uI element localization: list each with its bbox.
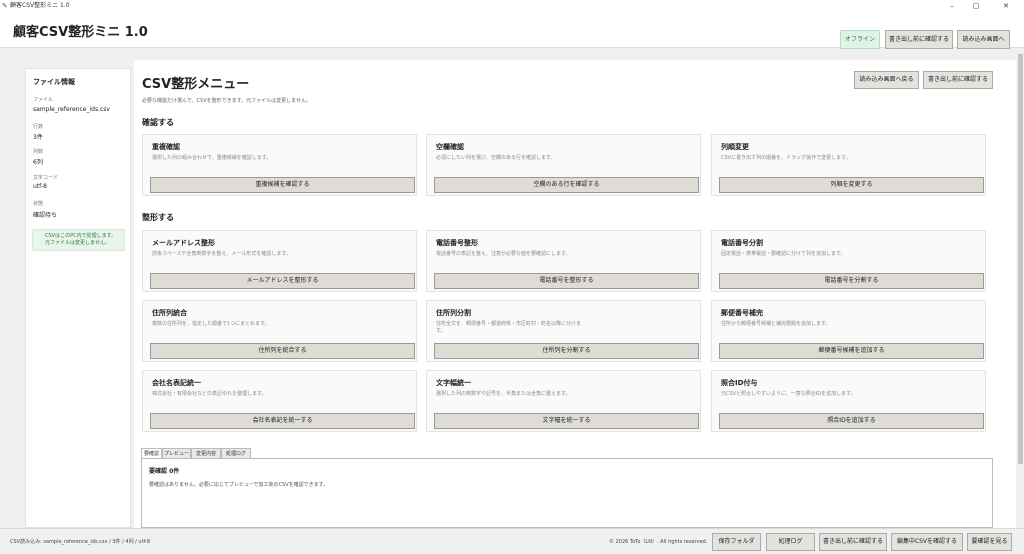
change-column-order-button[interactable]: 列順を変更する [719,177,984,193]
header-confirm-export-button[interactable]: 書き出し前に確認する [885,30,953,49]
card-title: 列順変更 [721,143,749,151]
card-desc: 選択した列の組み合わせで、重複候補を確認します。 [152,155,272,161]
review-count-title: 要確認 0件 [149,468,180,475]
card-title: 住所列分割 [436,309,471,317]
offline-status-badge: オフライン [840,30,880,49]
card-title: 会社名表記統一 [152,379,201,387]
card-address-split: 住所列分割 住所全文を、郵便番号・都道府県・市区町村・町名以降に分けます。 住所… [426,300,701,362]
state-label: 状態 [33,201,44,207]
card-postal-complete: 郵便番号補完 住所から郵便番号候補と補完根拠を追加します。 郵便番号候補を追加す… [711,300,986,362]
card-phone-format: 電話番号整形 電話番号の表記を整え、注意が必要な値を要確認にします。 電話番号を… [426,230,701,292]
scrollbar-thumb[interactable] [1018,54,1023,464]
card-phone-split: 電話番号分割 固定電話・携帯電話・要確認に分けて列を追加します。 電話番号を分割… [711,230,986,292]
card-duplicate-check: 重複確認 選択した列の組み合わせで、重複候補を確認します。 重複候補を確認する [142,134,417,196]
rows-value: 3件 [33,134,43,141]
card-title: 電話番号整形 [436,239,478,247]
card-desc: CSVに書き出す列の順番を、ドラッグ操作で変更します。 [721,155,851,161]
review-editing-csv-button[interactable]: 編集中CSVを確認する [891,533,963,551]
card-desc: 複数の住所列を、指定した順番で1つにまとめます。 [152,321,270,327]
add-match-id-button[interactable]: 照合IDを追加する [719,413,984,429]
check-blank-rows-button[interactable]: 空欄のある行を確認する [434,177,699,193]
status-footer: CSV読み込み: sample_reference_ids.csv / 3件 /… [0,528,1024,554]
unify-company-name-button[interactable]: 会社名表記を統一する [150,413,415,429]
header-to-import-button[interactable]: 読み込み画面へ [957,30,1010,49]
privacy-note: CSVはこのPC内で処理します。 元ファイルは変更しません。 [32,229,125,251]
page-title: CSV整形メニュー [142,77,250,92]
copyright-text: © 2026 ToTo（LN）. All rights reserved. [609,539,708,545]
split-address-button[interactable]: 住所列を分割する [434,343,699,359]
state-value: 確認待ち [33,212,58,219]
card-desc: 株式会社・有限会社などの表記ゆれを整理します。 [152,391,267,397]
card-desc: 電話番号の表記を整え、注意が必要な値を要確認にします。 [436,251,571,257]
card-desc: 選択した列の英数字や記号を、半角または全角に整えます。 [436,391,571,397]
card-title: 文字幅統一 [436,379,471,387]
vertical-scrollbar[interactable] [1017,48,1024,528]
file-info-sidebar: ファイル情報 ファイル sample_reference_ids.csv 行数 … [25,68,131,528]
encoding-value: utf-8 [33,183,47,190]
app-header: 顧客CSV整形ミニ 1.0 オフライン 書き出し前に確認する 読み込み画面へ [0,12,1024,49]
close-window-button[interactable]: ✕ [994,0,1018,12]
privacy-note-line1: CSVはこのPC内で処理します。 [45,233,117,239]
card-blank-check: 空欄確認 必須にしたい列を選び、空欄のある行を確認します。 空欄のある行を確認す… [426,134,701,196]
app-title: 顧客CSV整形ミニ 1.0 [13,25,148,40]
process-log-button[interactable]: 処理ログ [766,533,815,551]
rows-label: 行数 [33,124,44,130]
sidebar-title: ファイル情報 [33,78,75,86]
format-phone-button[interactable]: 電話番号を整形する [434,273,699,289]
csv-status-text: CSV読み込み: sample_reference_ids.csv / 3件 /… [10,539,151,545]
unify-char-width-button[interactable]: 文字幅を統一する [434,413,699,429]
maximize-button[interactable]: ▢ [964,0,988,12]
card-title: 住所列統合 [152,309,187,317]
card-desc: 元CSVと照合しやすいように、一意な照合IDを追加します。 [721,391,856,397]
split-phone-button[interactable]: 電話番号を分割する [719,273,984,289]
columns-label: 列数 [33,149,44,155]
card-title: 照合ID付与 [721,379,758,387]
card-address-merge: 住所列統合 複数の住所列を、指定した順番で1つにまとめます。 住所列を統合する [142,300,417,362]
card-desc: 前後スペースや全角英数字を整え、メール形式を確認します。 [152,251,291,257]
confirm-export-button[interactable]: 書き出し前に確認する [923,71,993,89]
window-titlebar: ✎ 顧客CSV整形ミニ 1.0 [0,0,1024,12]
card-match-id: 照合ID付与 元CSVと照合しやすいように、一意な照合IDを追加します。 照合I… [711,370,986,432]
card-desc: 固定電話・携帯電話・要確認に分けて列を追加します。 [721,251,846,257]
window-title: 顧客CSV整形ミニ 1.0 [10,2,70,9]
card-title: メールアドレス整形 [152,239,215,247]
section-check-heading: 確認する [142,118,174,127]
card-company-name: 会社名表記統一 株式会社・有限会社などの表記ゆれを整理します。 会社名表記を統一… [142,370,417,432]
main-panel: CSV整形メニュー 必要な機能だけ選んで、CSVを整形できます。元ファイルは変更… [134,60,1016,528]
columns-value: 6列 [33,159,43,166]
card-email-format: メールアドレス整形 前後スペースや全角英数字を整え、メール形式を確認します。 メ… [142,230,417,292]
card-title: 電話番号分割 [721,239,763,247]
file-value: sample_reference_ids.csv [33,106,110,113]
review-message: 要確認はありません。必要に応じてプレビューで加工後のCSVを確認できます。 [149,482,329,488]
check-duplicates-button[interactable]: 重複候補を確認する [150,177,415,193]
file-label: ファイル [33,97,54,103]
card-title: 郵便番号補完 [721,309,763,317]
back-to-import-button[interactable]: 読み込み画面へ戻る [854,71,919,89]
save-folder-button[interactable]: 保存フォルダ [712,533,761,551]
card-column-order: 列順変更 CSVに書き出す列の順番を、ドラッグ操作で変更します。 列順を変更する [711,134,986,196]
view-needs-review-button[interactable]: 要確認を見る [967,533,1012,551]
footer-confirm-export-button[interactable]: 書き出し前に確認する [819,533,887,551]
card-desc: 必須にしたい列を選び、空欄のある行を確認します。 [436,155,556,161]
privacy-note-line2: 元ファイルは変更しません。 [45,240,110,246]
add-postal-button[interactable]: 郵便番号候補を追加する [719,343,984,359]
minimize-button[interactable]: – [940,0,964,12]
format-email-button[interactable]: メールアドレスを整形する [150,273,415,289]
card-desc: 住所全文を、郵便番号・都道府県・市区町村・町名以降に分けます。 [436,321,582,334]
app-icon: ✎ [2,2,8,10]
card-desc: 住所から郵便番号候補と補完根拠を追加します。 [721,321,831,327]
page-subtitle: 必要な機能だけ選んで、CSVを整形できます。元ファイルは変更しません。 [142,98,311,104]
result-panel: 要確認 0件 要確認はありません。必要に応じてプレビューで加工後のCSVを確認で… [141,458,993,528]
section-format-heading: 整形する [142,213,174,222]
card-title: 重複確認 [152,143,180,151]
card-char-width: 文字幅統一 選択した列の英数字や記号を、半角または全角に整えます。 文字幅を統一… [426,370,701,432]
card-title: 空欄確認 [436,143,464,151]
encoding-label: 文字コード [33,175,59,181]
merge-address-button[interactable]: 住所列を統合する [150,343,415,359]
